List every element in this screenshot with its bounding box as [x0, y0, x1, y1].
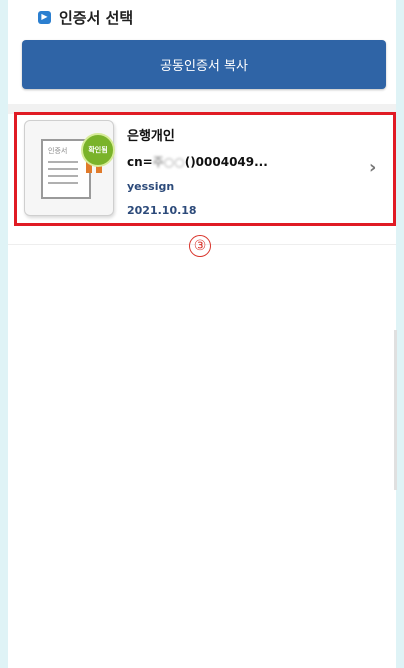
step-number-marker: ③ — [189, 235, 211, 257]
certificate-name: 은행개인 — [127, 129, 175, 144]
certificate-panel: ▶ 인증서 선택 — [8, 0, 396, 668]
section-title: 인증서 선택 — [59, 8, 134, 27]
scrollbar[interactable] — [394, 330, 397, 490]
verified-seal-icon: 확인됨 — [81, 133, 115, 167]
certificate-list-item[interactable]: 인증서 확인됨 은행개인 cn=주○○()0004049... yessign … — [14, 112, 396, 226]
seal-text: 확인됨 — [88, 146, 108, 154]
copy-certificate-button[interactable]: 공동인증서 복사 — [22, 40, 386, 89]
certificate-cn: cn=주○○()0004049... — [127, 153, 268, 170]
copy-certificate-label: 공동인증서 복사 — [160, 59, 248, 74]
thumbnail-caption: 인증서 — [48, 147, 68, 155]
certificate-thumbnail: 인증서 확인됨 — [24, 120, 115, 216]
chevron-right-icon: › — [369, 157, 377, 178]
cn-masked-name: 주○○ — [152, 155, 185, 169]
cn-suffix: ()0004049... — [184, 155, 268, 169]
cn-prefix: cn= — [127, 155, 153, 169]
certificate-issuer: yessign — [127, 180, 175, 193]
certificate-date: 2021.10.18 — [127, 204, 197, 217]
chevron-right-icon: ▶ — [38, 10, 51, 24]
section-header: ▶ 인증서 선택 — [38, 6, 133, 28]
